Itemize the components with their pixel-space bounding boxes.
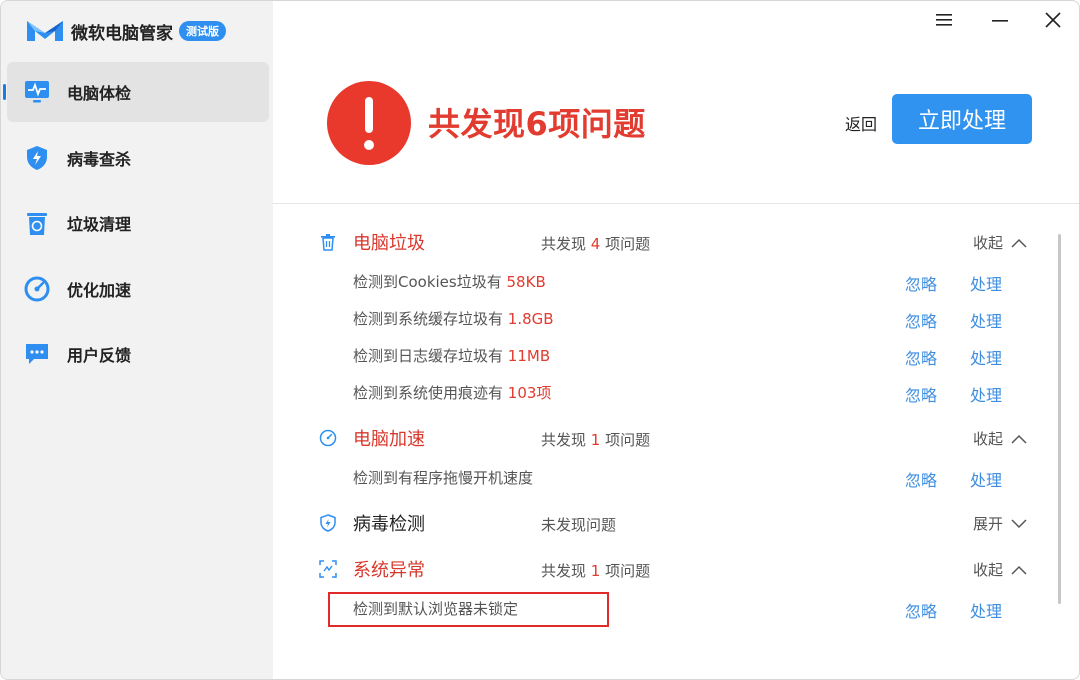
issue-row: 检测到Cookies垃圾有 58KB 忽略 处理 — [273, 265, 1079, 295]
scrollbar[interactable] — [1058, 234, 1061, 604]
expand-toggle[interactable]: 展开 — [973, 513, 1027, 534]
issue-text: 检测到Cookies垃圾有 58KB — [353, 273, 546, 291]
monitor-pulse-icon — [23, 78, 51, 106]
shield-icon — [320, 514, 336, 532]
result-header: 共发现6项问题 返回 立即处理 — [273, 41, 1079, 201]
chevron-up-icon — [1011, 434, 1027, 444]
sidebar-item-label: 病毒查杀 — [67, 149, 132, 169]
collapse-toggle[interactable]: 收起 — [973, 428, 1027, 449]
fix-link[interactable]: 处理 — [970, 345, 1002, 369]
ignore-link[interactable]: 忽略 — [905, 598, 937, 622]
recycle-bin-icon — [23, 209, 51, 237]
sidebar-item-optimize[interactable]: 优化加速 — [7, 259, 269, 319]
ignore-link[interactable]: 忽略 — [905, 308, 937, 332]
issue-text: 检测到系统缓存垃圾有 1.8GB — [353, 310, 554, 328]
issue-row: 检测到系统使用痕迹有 103项 忽略 处理 — [273, 376, 1079, 406]
section-title: 电脑垃圾 — [353, 233, 425, 254]
scan-icon — [319, 560, 337, 578]
shield-bolt-icon — [23, 144, 51, 172]
fix-all-button[interactable]: 立即处理 — [892, 94, 1032, 144]
fix-link[interactable]: 处理 — [970, 467, 1002, 491]
sidebar-item-label: 电脑体检 — [67, 84, 132, 103]
chevron-up-icon — [1011, 238, 1027, 248]
sidebar-item-cleanup[interactable]: 垃圾清理 — [7, 193, 269, 253]
ignore-link[interactable]: 忽略 — [905, 382, 937, 406]
back-link[interactable]: 返回 — [845, 111, 877, 135]
app-window: 微软电脑管家 测试版 电脑体检 病毒查杀 垃圾清理 优化加速 用户反馈 共发现6… — [0, 0, 1080, 680]
beta-badge: 测试版 — [179, 21, 226, 41]
ignore-link[interactable]: 忽略 — [905, 467, 937, 491]
section-header-speedup: 电脑加速 共发现 1 项问题 收起 — [273, 422, 1079, 452]
issue-text: 检测到系统使用痕迹有 103项 — [353, 384, 552, 402]
section-summary: 共发现 1 项问题 — [541, 431, 651, 449]
gauge-icon — [319, 429, 337, 447]
sidebar-item-virus-scan[interactable]: 病毒查杀 — [7, 128, 269, 188]
minimize-icon — [992, 20, 1008, 22]
section-summary: 共发现 4 项问题 — [541, 235, 651, 253]
hamburger-icon — [936, 14, 952, 26]
speedometer-icon — [23, 275, 51, 303]
section-title: 病毒检测 — [353, 514, 425, 535]
ignore-link[interactable]: 忽略 — [905, 345, 937, 369]
issue-row: 检测到系统缓存垃圾有 1.8GB 忽略 处理 — [273, 302, 1079, 332]
exclamation-circle-icon — [327, 81, 411, 165]
sidebar-item-label: 垃圾清理 — [67, 215, 132, 234]
ignore-link[interactable]: 忽略 — [905, 271, 937, 295]
section-title: 系统异常 — [353, 560, 425, 581]
page-title: 共发现6项问题 — [428, 105, 646, 143]
section-title: 电脑加速 — [353, 429, 425, 450]
close-icon — [1045, 12, 1061, 28]
sidebar-item-feedback[interactable]: 用户反馈 — [7, 324, 269, 384]
section-summary: 共发现 1 项问题 — [541, 562, 651, 580]
section-summary: 未发现问题 — [541, 516, 617, 534]
chat-bubble-icon — [23, 340, 51, 368]
sidebar-item-label: 优化加速 — [67, 280, 132, 300]
menu-button[interactable] — [929, 7, 959, 33]
sidebar-item-label: 用户反馈 — [67, 346, 132, 365]
app-logo: 微软电脑管家 测试版 — [25, 15, 226, 47]
close-button[interactable] — [1038, 7, 1068, 33]
fix-link[interactable]: 处理 — [970, 308, 1002, 332]
issue-row: 检测到有程序拖慢开机速度 忽略 处理 — [273, 461, 1079, 491]
minimize-button[interactable] — [985, 7, 1015, 33]
issue-text: 检测到日志缓存垃圾有 11MB — [353, 347, 551, 365]
collapse-toggle[interactable]: 收起 — [973, 559, 1027, 580]
section-header-virus: 病毒检测 未发现问题 展开 — [273, 507, 1079, 537]
highlight-annotation-box — [328, 592, 609, 627]
sidebar-nav: 电脑体检 病毒查杀 垃圾清理 优化加速 用户反馈 — [3, 62, 269, 390]
sidebar-item-checkup[interactable]: 电脑体检 — [3, 62, 269, 122]
issue-row: 检测到日志缓存垃圾有 11MB 忽略 处理 — [273, 339, 1079, 369]
fix-link[interactable]: 处理 — [970, 271, 1002, 295]
results-list: 电脑垃圾 共发现 4 项问题 收起 检测到Cookies垃圾有 58KB 忽略 … — [273, 204, 1079, 679]
section-header-system: 系统异常 共发现 1 项问题 收起 — [273, 553, 1079, 583]
app-title: 微软电脑管家 — [71, 23, 173, 44]
issue-text: 检测到有程序拖慢开机速度 — [353, 469, 534, 487]
section-header-junk: 电脑垃圾 共发现 4 项问题 收起 — [273, 226, 1079, 256]
sidebar: 微软电脑管家 测试版 电脑体检 病毒查杀 垃圾清理 优化加速 用户反馈 — [1, 1, 273, 679]
trash-icon — [321, 234, 335, 251]
collapse-toggle[interactable]: 收起 — [973, 232, 1027, 253]
chevron-down-icon — [1011, 518, 1027, 528]
chevron-up-icon — [1011, 565, 1027, 575]
fix-link[interactable]: 处理 — [970, 382, 1002, 406]
fix-link[interactable]: 处理 — [970, 598, 1002, 622]
app-logo-icon — [27, 21, 63, 41]
